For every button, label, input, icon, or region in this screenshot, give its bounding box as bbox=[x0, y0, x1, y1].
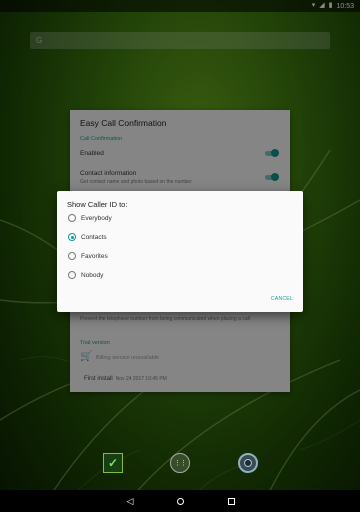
option-label: Favorites bbox=[81, 252, 108, 260]
option-label: Everybody bbox=[81, 214, 112, 222]
option-nobody[interactable]: Nobody bbox=[68, 269, 103, 281]
home-icon[interactable] bbox=[173, 494, 187, 508]
cancel-button[interactable]: CANCEL bbox=[271, 296, 293, 302]
radio-nobody-icon bbox=[68, 271, 76, 279]
radio-everybody-icon bbox=[68, 214, 76, 222]
option-everybody[interactable]: Everybody bbox=[68, 212, 112, 224]
recents-icon[interactable] bbox=[224, 494, 238, 508]
radio-contacts-selected-icon bbox=[68, 233, 76, 241]
confirm-app-icon[interactable]: ✓ bbox=[103, 453, 123, 473]
app-drawer-icon[interactable]: ⋮⋮ bbox=[170, 453, 190, 473]
back-icon[interactable]: ◁ bbox=[123, 494, 137, 508]
option-contacts[interactable]: Contacts bbox=[68, 231, 107, 243]
option-favorites[interactable]: Favorites bbox=[68, 250, 108, 262]
navigation-bar: ◁ bbox=[0, 490, 360, 512]
dialog-title: Show Caller ID to: bbox=[67, 200, 128, 209]
radio-favorites-icon bbox=[68, 252, 76, 260]
option-label: Nobody bbox=[81, 271, 104, 279]
caller-id-dialog: Show Caller ID to: Everybody Contacts Fa… bbox=[57, 191, 303, 312]
option-label: Contacts bbox=[81, 233, 107, 241]
camera-icon[interactable] bbox=[238, 453, 258, 473]
